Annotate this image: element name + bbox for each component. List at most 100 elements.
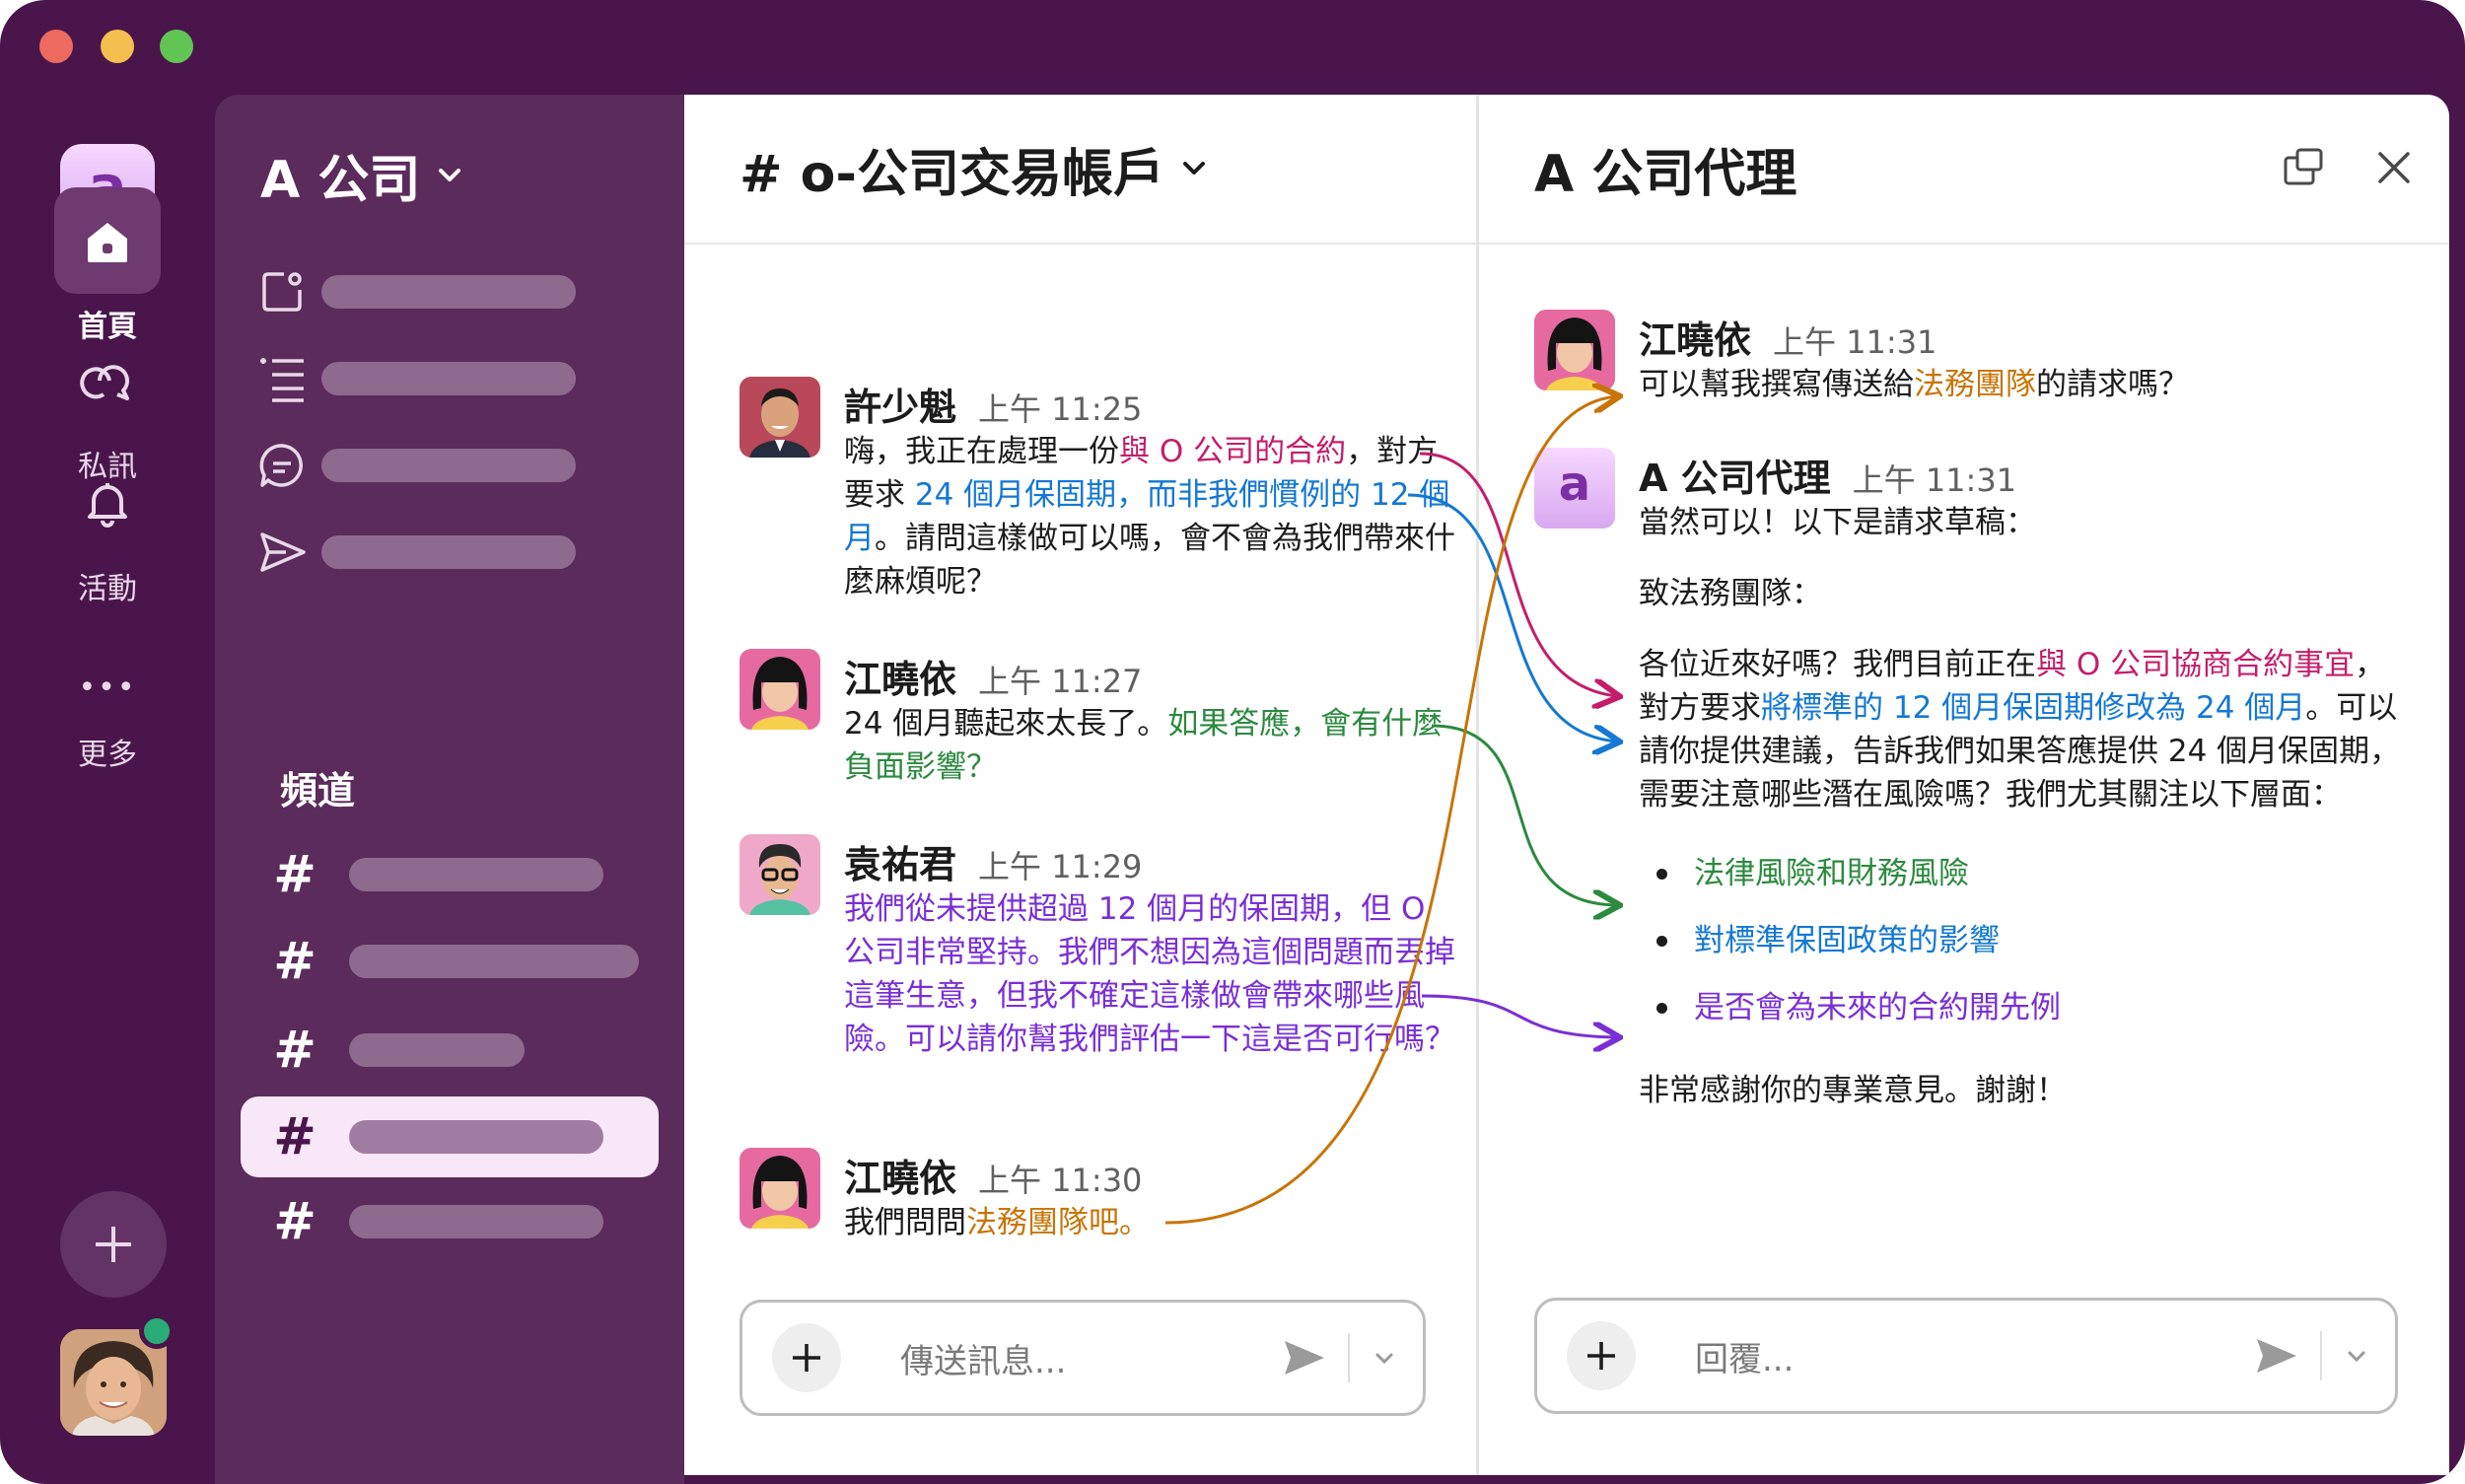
- hash-icon: #: [273, 1192, 317, 1251]
- hash-icon: #: [273, 1021, 317, 1080]
- sidebar: A 公司 頻道 # # # # #: [215, 95, 684, 1484]
- send-icon: [260, 532, 306, 572]
- message-author[interactable]: 江曉依: [844, 1148, 956, 1202]
- zoom-window-button[interactable]: [160, 30, 193, 63]
- channels-section-title[interactable]: 頻道: [280, 760, 355, 814]
- hash-icon: #: [273, 932, 317, 991]
- message-intro: 當然可以！以下是請求草稿：: [1639, 505, 2036, 540]
- reply-input[interactable]: 回覆...: [1695, 1332, 2253, 1380]
- nav-rail: a 首頁 私訊 活動 ••• 更多: [0, 95, 215, 1484]
- divider: [2320, 1331, 2322, 1380]
- text-segment: 我們從未提供超過 12 個月的保固期，但 O 公司非常堅持。我們不想因為這個問題…: [844, 891, 1455, 1057]
- rail-item-more[interactable]: ••• 更多: [0, 653, 215, 773]
- close-icon[interactable]: [2372, 146, 2416, 189]
- sidebar-item-compose[interactable]: [254, 262, 576, 321]
- sidebar-item-threads[interactable]: [254, 349, 576, 408]
- minimize-window-button[interactable]: [101, 30, 134, 63]
- message-author[interactable]: 江曉依: [844, 649, 956, 703]
- message-time[interactable]: 上午 11:29: [978, 842, 1142, 887]
- message-author[interactable]: 許少魁: [844, 377, 956, 431]
- avatar[interactable]: [740, 377, 820, 458]
- channel-item-active[interactable]: #: [241, 1096, 659, 1177]
- pop-out-icon[interactable]: [2282, 146, 2325, 189]
- list-item: 法律風險和財務風險: [1639, 840, 2402, 907]
- avatar-photo: [740, 834, 820, 915]
- placeholder-bar: [321, 535, 576, 569]
- message-text: 嗨，我正在處理一份與 O 公司的合約，對方要求 24 個月保固期，而非我們慣例的…: [844, 430, 1459, 603]
- channel-header: # o-公司交易帳戶: [684, 95, 1477, 245]
- plus-icon: [96, 1227, 131, 1262]
- chevron-down-icon[interactable]: [2344, 1343, 2369, 1369]
- text-segment: 嗨，我正在處理一份: [844, 434, 1119, 469]
- message-closing: 非常感謝你的專業意見。謝謝！: [1639, 1073, 2067, 1108]
- message-composer[interactable]: 傳送訊息...: [740, 1300, 1426, 1416]
- list-item: 是否會為未來的合約開先例: [1639, 974, 2402, 1041]
- message-author[interactable]: 江曉依: [1639, 310, 1751, 364]
- message-text: 可以幫我撰寫傳送給法務團隊的請求嗎？: [1639, 363, 2402, 406]
- channel-item[interactable]: #: [241, 1010, 659, 1091]
- message-time[interactable]: 上午 11:31: [1773, 318, 1937, 363]
- thread-message: 江曉依 上午 11:31 可以幫我撰寫傳送給法務團隊的請求嗎？: [1534, 310, 2402, 406]
- rail-item-home[interactable]: 首頁: [0, 187, 215, 345]
- avatar[interactable]: [740, 1148, 820, 1229]
- text-segment: 可以幫我撰寫傳送給: [1639, 367, 1914, 402]
- chevron-down-icon[interactable]: [1372, 1345, 1397, 1371]
- message-time[interactable]: 上午 11:27: [978, 657, 1142, 702]
- message-text: 24 個月聽起來太長了。如果答應，會有什麼負面影響？: [844, 702, 1459, 789]
- message-greeting: 致法務團隊：: [1639, 576, 1822, 611]
- thread-message: a A 公司代理 上午 11:31 當然可以！以下是請求草稿： 致法務團隊： 各…: [1534, 448, 2402, 1112]
- rail-label-activity: 活動: [78, 572, 137, 606]
- attach-button[interactable]: [1567, 1321, 1636, 1390]
- more-icon: •••: [78, 670, 137, 705]
- channel-item[interactable]: #: [241, 1181, 659, 1262]
- avatar[interactable]: [740, 834, 820, 915]
- list-icon: [260, 358, 304, 402]
- sidebar-item-sent[interactable]: [254, 523, 576, 582]
- agent-avatar[interactable]: a: [1534, 448, 1615, 529]
- rail-item-activity[interactable]: 活動: [0, 450, 215, 607]
- text-segment: 24 個月聽起來太長了。: [844, 706, 1168, 742]
- placeholder-bar: [349, 1033, 525, 1067]
- send-icon[interactable]: [2253, 1333, 2298, 1378]
- text-segment: 各位近來好嗎？我們目前正在: [1639, 647, 2036, 682]
- add-button[interactable]: [60, 1191, 167, 1298]
- channel-item[interactable]: #: [241, 834, 659, 915]
- avatar-photo: [740, 377, 820, 458]
- message-author[interactable]: A 公司代理: [1639, 448, 1831, 502]
- list-item: 對標準保固政策的影響: [1639, 907, 2402, 974]
- rail-label-more: 更多: [78, 738, 137, 772]
- reply-composer[interactable]: 回覆...: [1534, 1298, 2398, 1414]
- placeholder-bar: [321, 275, 576, 309]
- text-segment: 法務團隊吧。: [966, 1205, 1150, 1240]
- message-time[interactable]: 上午 11:25: [978, 385, 1142, 430]
- thread-header: A 公司代理: [1479, 95, 2449, 245]
- agent-logo-letter: a: [1558, 457, 1591, 512]
- placeholder-bar: [321, 449, 576, 482]
- channel-title-button[interactable]: # o-公司交易帳戶: [740, 132, 1210, 206]
- bell-icon: [88, 483, 127, 528]
- placeholder-bar: [321, 362, 576, 395]
- avatar-photo: [740, 1148, 820, 1229]
- channel-title: # o-公司交易帳戶: [740, 144, 1164, 204]
- text-segment: 的請求嗎？: [2036, 367, 2189, 402]
- attach-button[interactable]: [772, 1323, 841, 1392]
- app-window: a 首頁 私訊 活動 ••• 更多 A 公司 頻道 # # # # # # o-…: [0, 0, 2465, 1484]
- thread-pane: A 公司代理 江曉依 上午 11:31 可以幫我撰寫傳送給法務團隊的請求嗎？ a…: [1479, 95, 2449, 1475]
- message-input[interactable]: 傳送訊息...: [900, 1334, 1281, 1382]
- message-time[interactable]: 上午 11:30: [978, 1156, 1142, 1201]
- close-window-button[interactable]: [39, 30, 73, 63]
- workspace-switcher[interactable]: A 公司: [260, 138, 465, 212]
- avatar[interactable]: [740, 649, 820, 730]
- message-author[interactable]: 袁祐君: [844, 834, 956, 888]
- divider: [1348, 1333, 1350, 1382]
- message-text: 我們從未提供超過 12 個月的保固期，但 O 公司非常堅持。我們不想因為這個問題…: [844, 887, 1459, 1061]
- channel-item[interactable]: #: [241, 921, 659, 1002]
- send-icon[interactable]: [1281, 1335, 1326, 1380]
- chevron-down-icon: [1182, 162, 1205, 175]
- placeholder-bar: [349, 858, 603, 891]
- sidebar-item-huddles[interactable]: [254, 436, 576, 495]
- avatar[interactable]: [1534, 310, 1615, 390]
- message-time[interactable]: 上午 11:31: [1853, 456, 2016, 501]
- presence-dot: [139, 1313, 175, 1349]
- concern-list: 法律風險和財務風險 對標準保固政策的影響 是否會為未來的合約開先例: [1639, 840, 2402, 1041]
